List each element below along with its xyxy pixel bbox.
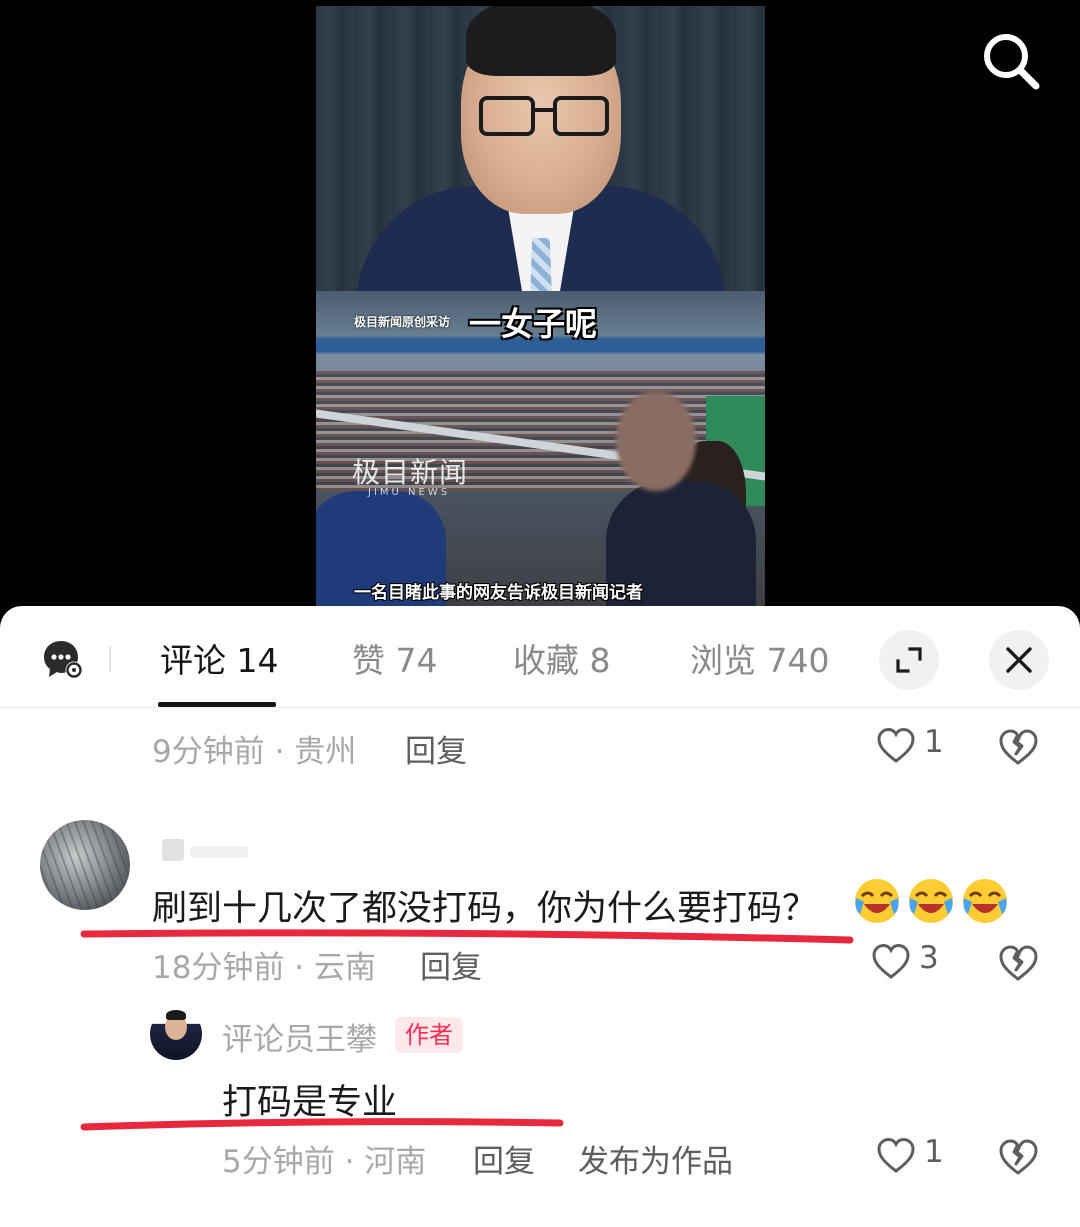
blurred-username (162, 839, 184, 861)
like-button[interactable]: 1 (876, 1134, 956, 1180)
tab-favorites[interactable]: 收藏 8 (513, 634, 611, 682)
broken-heart-icon[interactable] (997, 726, 1039, 768)
anchor-hair (466, 6, 616, 76)
video-player[interactable]: 极目新闻原创采访 一女子呢 极目新闻 JIMU NEWS 一名目睹此事的网友告诉… (0, 0, 1080, 610)
author-name[interactable]: 评论员王攀 (222, 1014, 377, 1059)
header-divider (109, 646, 111, 672)
like-button[interactable]: 1 (876, 724, 956, 770)
comment-meta: 18分钟前 · 云南 (152, 950, 377, 986)
reply-button[interactable]: 回复 (473, 1136, 535, 1181)
close-button[interactable] (989, 630, 1049, 690)
laughing-crying-emoji-icon (852, 876, 902, 926)
heart-icon (877, 727, 915, 763)
expand-icon (896, 647, 922, 673)
like-count: 1 (924, 724, 944, 760)
anchor-tie (530, 238, 552, 298)
broken-heart-icon[interactable] (997, 1136, 1039, 1178)
glasses-icon (479, 96, 609, 136)
author-avatar[interactable] (150, 1008, 202, 1060)
publish-as-work-button[interactable]: 发布为作品 (578, 1136, 733, 1181)
video-headline: 一女子呢 (469, 305, 598, 343)
comments-header: 评论 14 赞 74 收藏 8 浏览 740 (0, 606, 1080, 708)
comments-panel: 评论 14 赞 74 收藏 8 浏览 740 9分钟前 · 贵州 回复 1 刷到… (0, 606, 1080, 1227)
reply-button[interactable]: 回复 (405, 726, 467, 771)
jimu-news-logo: 极目新闻 (352, 456, 469, 489)
source-tag: 极目新闻原创采访 (354, 315, 451, 329)
search-icon[interactable] (978, 28, 1044, 94)
blurred-face (616, 391, 696, 491)
blurred-username (190, 846, 248, 858)
video-caption: 一名目睹此事的网友告诉极目新闻记者 (354, 583, 643, 603)
tab-likes[interactable]: 赞 74 (352, 634, 437, 682)
news-anchor-image (316, 6, 765, 306)
comment-meta: 9分钟前 · 贵州 (152, 734, 357, 770)
like-count: 1 (924, 1134, 944, 1170)
laughing-crying-emoji-icon (960, 876, 1010, 926)
chat-settings-icon[interactable] (42, 638, 84, 680)
heart-icon (877, 1137, 915, 1173)
like-count: 3 (919, 940, 939, 976)
avatar[interactable] (40, 820, 130, 910)
laughing-crying-emoji-icon (906, 876, 956, 926)
like-button[interactable]: 3 (871, 940, 951, 986)
reply-button[interactable]: 回复 (420, 942, 482, 987)
tab-comments[interactable]: 评论 14 (160, 634, 278, 682)
video-frame[interactable]: 极目新闻原创采访 一女子呢 极目新闻 JIMU NEWS 一名目睹此事的网友告诉… (316, 6, 765, 610)
jimu-news-logo-sub: JIMU NEWS (368, 487, 451, 498)
stadium-scene-image: 极目新闻原创采访 一女子呢 极目新闻 JIMU NEWS 一名目睹此事的网友告诉… (316, 291, 765, 610)
comment-meta: 5分钟前 · 河南 (222, 1144, 427, 1180)
expand-button[interactable] (879, 630, 939, 690)
close-icon (1006, 647, 1032, 673)
broken-heart-icon[interactable] (997, 942, 1039, 984)
red-highlight-underline (80, 1118, 564, 1131)
emoji-row (852, 876, 1014, 928)
active-tab-indicator (158, 702, 276, 707)
heart-icon (872, 943, 910, 979)
tab-views[interactable]: 浏览 740 (690, 634, 829, 682)
author-badge: 作者 (395, 1017, 463, 1053)
